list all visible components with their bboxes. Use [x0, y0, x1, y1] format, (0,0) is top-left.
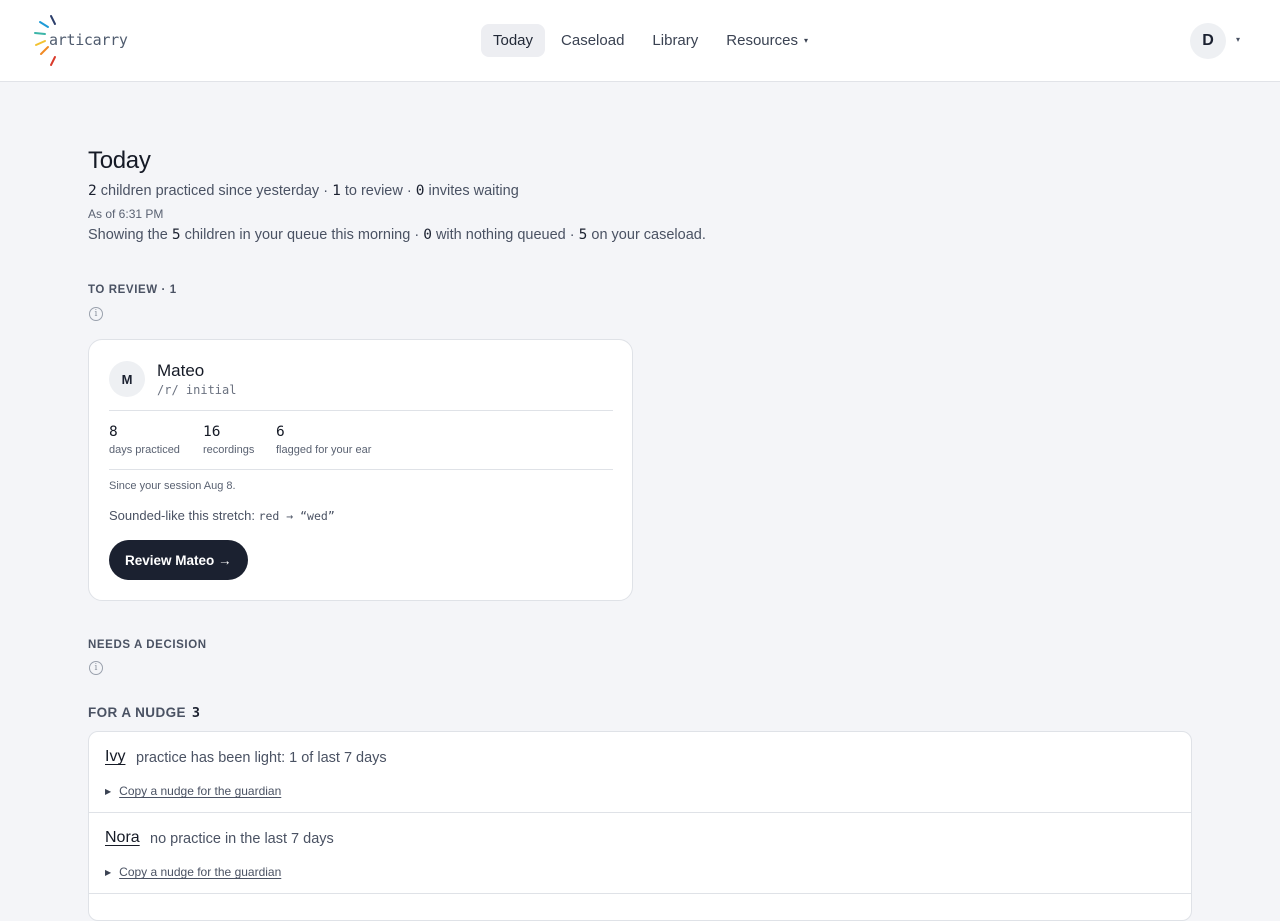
nav-resources-label: Resources — [726, 32, 798, 49]
stat-value: 6 — [276, 424, 285, 440]
queue-text: children in your queue this morning · — [180, 227, 424, 243]
showing-pre: Showing the — [88, 227, 172, 243]
nothing-queued-text: with nothing queued · — [431, 227, 579, 243]
for-nudge-label: FOR A NUDGE — [88, 705, 186, 720]
nudge-list: Ivy practice has been light: 1 of last 7… — [88, 731, 1192, 921]
review-count: 1 — [332, 183, 341, 199]
stat-flagged: 6 flagged for your ear — [276, 424, 371, 456]
review-mateo-button[interactable]: Review Mateo → — [109, 540, 248, 580]
info-icon[interactable]: i — [89, 307, 103, 321]
divider — [109, 410, 613, 411]
copy-nudge-link: Copy a nudge for the guardian — [119, 865, 282, 879]
chevron-down-icon[interactable]: ▾ — [1236, 35, 1240, 44]
nav-library[interactable]: Library — [640, 24, 710, 57]
caseload-text: on your caseload. — [587, 227, 706, 243]
since-session: Since your session Aug 8. — [109, 480, 236, 492]
stat-recordings: 16 recordings — [203, 424, 254, 456]
needs-decision-heading: NEEDS A DECISION — [88, 639, 207, 651]
top-navigation-bar: articarry Today Caseload Library Resourc… — [0, 0, 1280, 82]
stat-label: recordings — [203, 444, 255, 456]
practiced-count: 2 — [88, 183, 97, 199]
target-sound: /r/ initial — [157, 383, 237, 397]
for-nudge-heading: FOR A NUDGE 3 — [88, 705, 200, 721]
daily-summary: 2 children practiced since yesterday · 1… — [88, 183, 519, 199]
disclosure-triangle-icon: ▶ — [105, 786, 112, 796]
for-nudge-count: 3 — [191, 705, 201, 721]
user-avatar[interactable]: D — [1190, 23, 1226, 59]
stat-value: 16 — [203, 424, 221, 440]
divider — [109, 469, 613, 470]
nav-caseload[interactable]: Caseload — [549, 24, 636, 57]
avatar: M — [109, 361, 145, 397]
nothing-queued-count: 0 — [423, 227, 432, 243]
nav-library-label: Library — [652, 32, 699, 49]
logo-wordmark: articarry — [49, 31, 128, 49]
list-item: Nora no practice in the last 7 days ▶ Co… — [89, 813, 1191, 894]
nav-resources[interactable]: Resources ▾ — [714, 24, 820, 57]
page-title: Today — [88, 147, 151, 174]
disclosure-triangle-icon: ▶ — [105, 867, 112, 877]
review-text: to review · — [340, 183, 416, 199]
chevron-down-icon: ▾ — [803, 36, 808, 45]
child-name-link[interactable]: Nora — [105, 829, 140, 847]
practiced-text: children practiced since yesterday · — [96, 183, 333, 199]
sounded-like-label: Sounded-like this stretch: — [109, 508, 259, 523]
to-review-heading: TO REVIEW · 1 — [88, 284, 177, 296]
main-nav: Today Caseload Library Resources ▾ — [481, 24, 824, 57]
as-of-timestamp: As of 6:31 PM — [88, 207, 164, 221]
nav-today-label: Today — [493, 32, 534, 49]
info-icon[interactable]: i — [89, 661, 103, 675]
copy-nudge-link: Copy a nudge for the guardian — [119, 784, 282, 798]
list-item: Ivy practice has been light: 1 of last 7… — [89, 732, 1191, 813]
sounded-like: Sounded-like this stretch: red → “wed” — [109, 508, 335, 523]
stat-label: days practiced — [109, 444, 180, 456]
nudge-description: practice has been light: 1 of last 7 day… — [136, 750, 387, 766]
copy-nudge-toggle[interactable]: ▶ Copy a nudge for the guardian — [105, 865, 281, 879]
invites-text: invites waiting — [424, 183, 519, 199]
nav-caseload-label: Caseload — [561, 32, 625, 49]
queue-count: 5 — [171, 227, 181, 243]
child-name-link[interactable]: Ivy — [105, 748, 125, 766]
child-name: Mateo — [157, 361, 205, 380]
queue-summary: Showing the 5 children in your queue thi… — [88, 227, 706, 243]
stat-days-practiced: 8 days practiced — [109, 424, 180, 456]
stat-value: 8 — [109, 424, 118, 440]
copy-nudge-toggle[interactable]: ▶ Copy a nudge for the guardian — [105, 784, 281, 798]
stat-label: flagged for your ear — [276, 444, 372, 456]
sounded-like-value: red → “wed” — [258, 509, 335, 523]
nudge-description: no practice in the last 7 days — [150, 831, 334, 847]
nav-today[interactable]: Today — [481, 24, 546, 57]
review-card-mateo: M Mateo /r/ initial 8 days practiced 16 … — [88, 339, 633, 601]
articarry-logo[interactable]: articarry — [32, 12, 128, 70]
